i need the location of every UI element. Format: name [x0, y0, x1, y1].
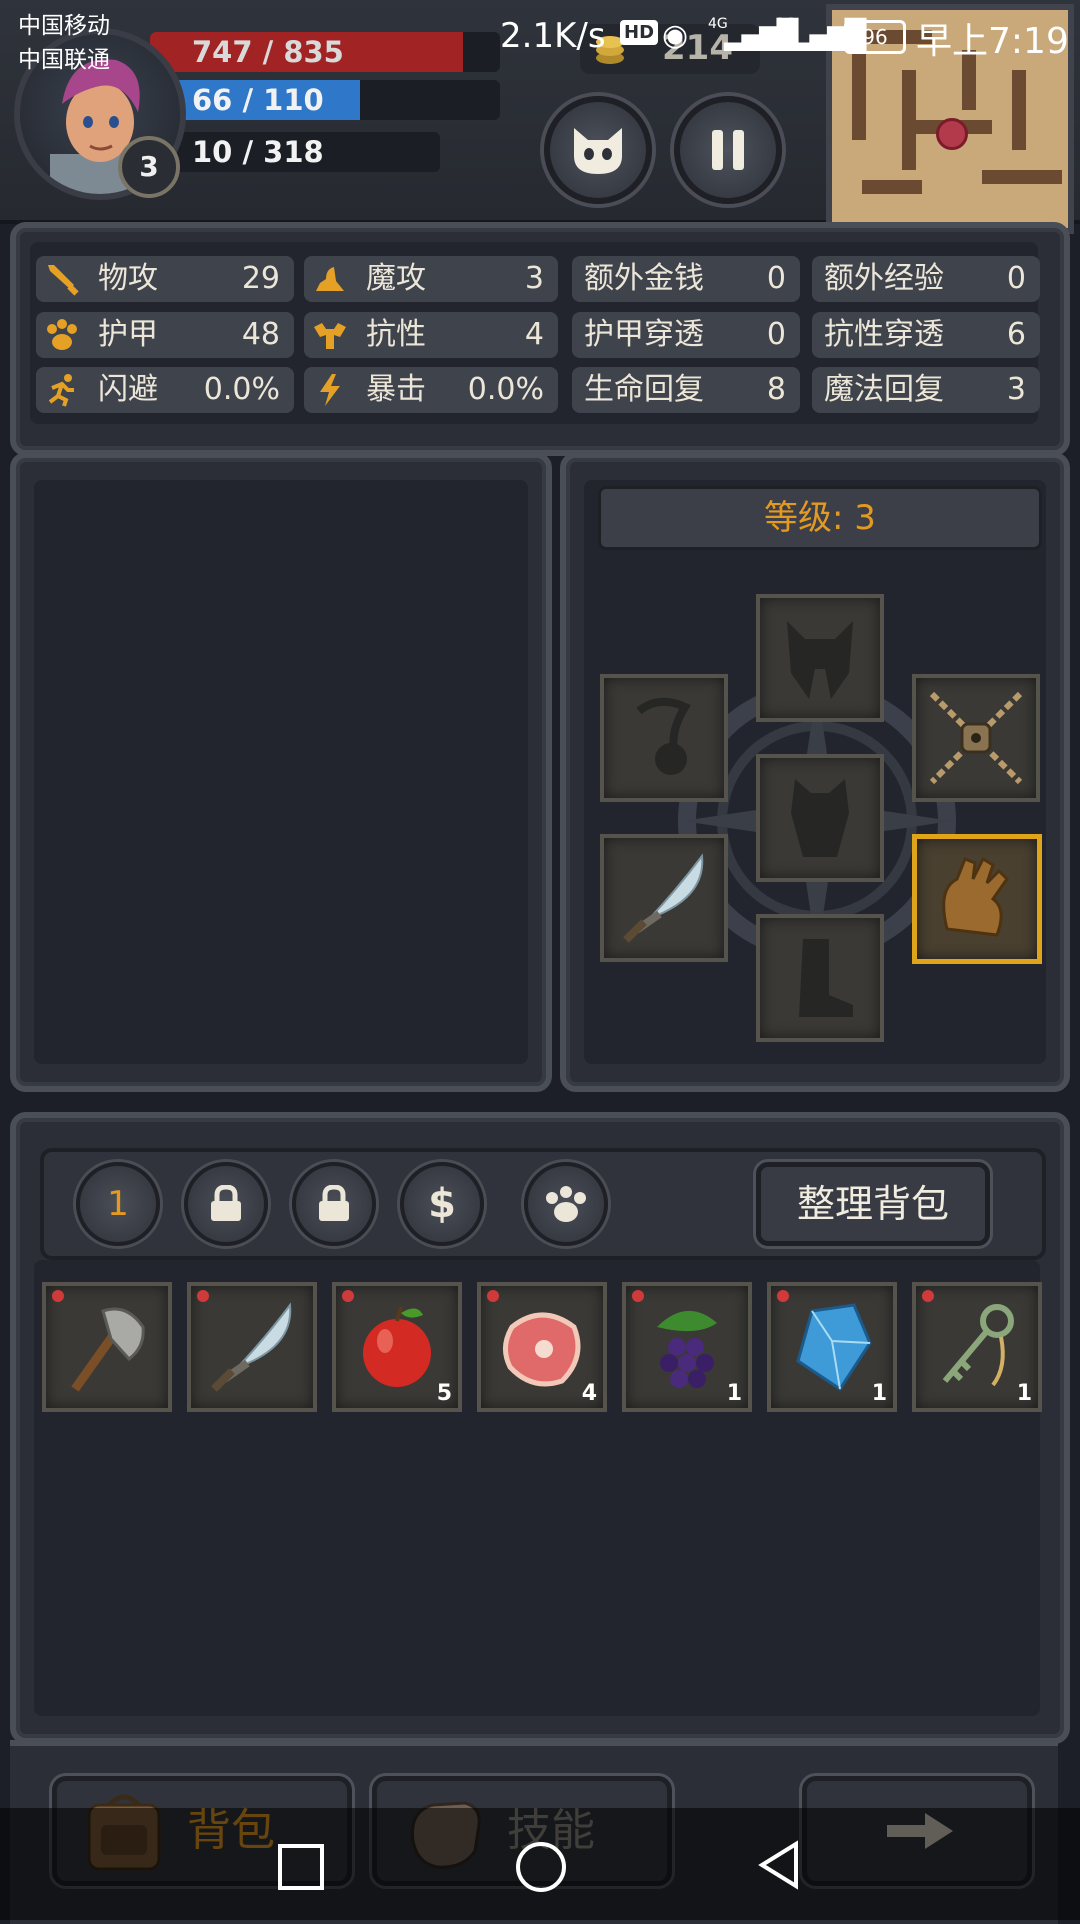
armor-filter-icon [546, 1186, 586, 1222]
pause-button[interactable] [674, 96, 782, 204]
amulet-slot[interactable] [600, 674, 728, 802]
armor-silhouette-icon [791, 779, 849, 857]
helmet-silhouette-icon [787, 621, 853, 699]
lock-icon [211, 1185, 241, 1221]
dollar-icon: $ [428, 1181, 456, 1227]
chain-lock-icon [929, 691, 1023, 785]
recent-apps-button[interactable] [278, 1844, 324, 1890]
stat-extra-gold: 额外金钱 0 [572, 256, 800, 302]
grapes-icon [657, 1310, 717, 1388]
item-count: 4 [581, 1381, 597, 1406]
locked-page-button-2[interactable] [292, 1162, 376, 1246]
sell-button[interactable]: $ [400, 1162, 484, 1246]
equipment-level-header: 等级: 3 [598, 486, 1042, 550]
locked-page-button-1[interactable] [184, 1162, 268, 1246]
inventory-item-key[interactable]: 1 [912, 1282, 1042, 1412]
armor-slot[interactable] [756, 754, 884, 882]
system-status-bar: 中国移动 中国联通 2.1K/s HD ◉ 4G ▂▄▆█ 2G ▂▄▆█ 96… [0, 0, 1080, 73]
item-count: 5 [436, 1381, 452, 1406]
stat-extra-xp: 额外经验 0 [812, 256, 1040, 302]
inventory-item-dagger[interactable] [187, 1282, 317, 1412]
lightning-icon [320, 374, 340, 406]
monster-info-button[interactable] [544, 96, 652, 204]
stat-crit: 暴击 0.0% [304, 367, 558, 413]
apple-icon [363, 1306, 431, 1387]
lock-icon [319, 1185, 349, 1221]
xp-text: 10 / 318 [192, 135, 324, 169]
gloves-slot[interactable] [912, 834, 1042, 964]
net-speed: 2.1K/s [500, 16, 606, 56]
item-count: 1 [726, 1381, 742, 1406]
inventory-item-axe[interactable] [42, 1282, 172, 1412]
xp-bar: 10 / 318 [150, 132, 440, 172]
battery-icon: 96 [844, 20, 906, 54]
inventory-item-crystal[interactable]: 1 [767, 1282, 897, 1412]
sort-bag-button[interactable]: 整理背包 [756, 1162, 990, 1246]
stat-armor: 护甲 48 [36, 312, 294, 358]
chain-lock-slot[interactable] [912, 674, 1040, 802]
sword-icon [48, 265, 79, 296]
stat-magic-attack: 魔攻 3 [304, 256, 558, 302]
dagger-slot[interactable] [600, 834, 728, 962]
stat-hp-regen: 生命回复 8 [572, 367, 800, 413]
stat-resistance-penetration: 抗性穿透 6 [812, 312, 1040, 358]
item-detail-area [34, 480, 528, 1064]
helmet-slot[interactable] [756, 594, 884, 722]
stat-mp-regen: 魔法回复 3 [812, 367, 1040, 413]
inventory-item-meat[interactable]: 4 [477, 1282, 607, 1412]
page-number: 1 [107, 1184, 129, 1224]
raw-meat-icon [503, 1312, 581, 1387]
equip-filter-button[interactable] [524, 1162, 608, 1246]
page-number-button[interactable]: 1 [76, 1162, 160, 1246]
player-marker-icon [936, 118, 968, 150]
key-icon [942, 1304, 1014, 1387]
hd-badge: HD [620, 20, 659, 45]
clock: 早上7:19 [916, 21, 1069, 62]
home-button[interactable] [516, 1842, 566, 1892]
paw-icon [47, 319, 77, 350]
mp-text: 66 / 110 [192, 83, 324, 117]
monster-face-icon [574, 128, 622, 174]
running-man-icon [48, 374, 74, 407]
stat-dodge: 闪避 0.0% [36, 367, 294, 413]
amulet-silhouette-icon [636, 697, 691, 775]
stat-physical-attack: 物攻 29 [36, 256, 294, 302]
pause-icon [712, 130, 744, 170]
eye-icon: ◉ [662, 18, 689, 53]
inventory-item-apple[interactable]: 5 [332, 1282, 462, 1412]
boots-slot[interactable] [756, 914, 884, 1042]
wizard-hat-icon [316, 267, 344, 291]
carrier-2: 中国联通 [18, 47, 110, 73]
dagger-icon [211, 1302, 292, 1392]
player-level-badge: 3 [118, 136, 180, 198]
item-count: 1 [871, 1381, 887, 1406]
muscle-icon [314, 323, 346, 349]
item-count: 1 [1016, 1381, 1032, 1406]
axe-icon [71, 1307, 145, 1392]
crystal-icon [796, 1303, 872, 1392]
mp-bar: 66 / 110 [150, 80, 500, 120]
back-button[interactable] [756, 1840, 802, 1890]
carrier-1: 中国移动 [18, 13, 110, 39]
stat-resistance: 抗性 4 [304, 312, 558, 358]
boots-silhouette-icon [799, 939, 853, 1017]
leather-gloves-icon [942, 856, 1009, 937]
dagger-icon [623, 853, 704, 943]
inventory-item-grapes[interactable]: 1 [622, 1282, 752, 1412]
system-navigation-bar [0, 1808, 1080, 1920]
stat-armor-penetration: 护甲穿透 0 [572, 312, 800, 358]
item-detail-panel [10, 452, 552, 1092]
